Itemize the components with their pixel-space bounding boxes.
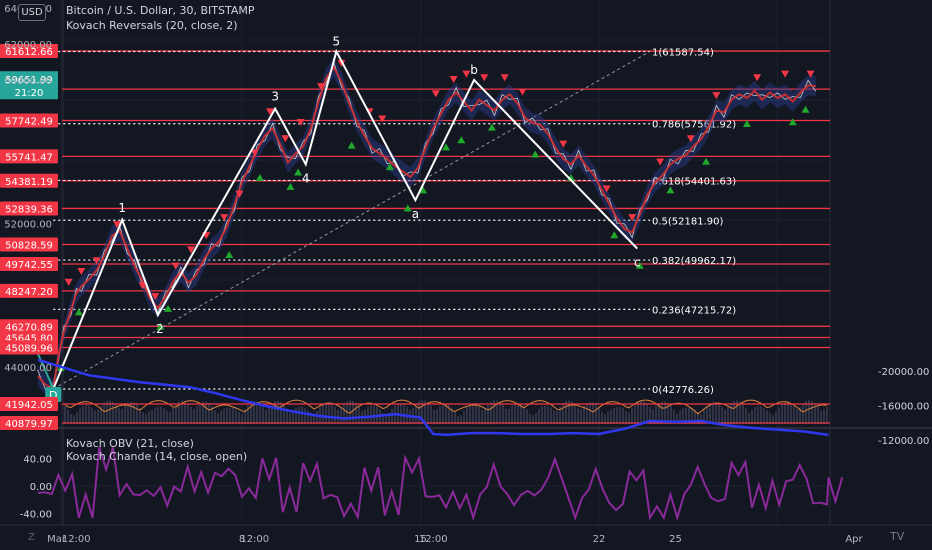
reversal-down-arrow xyxy=(500,74,509,82)
price-tick-label: 44000.00 xyxy=(4,363,52,374)
price-axis-left: 61612.6659488.6157742.4955741.4754381.19… xyxy=(0,4,58,431)
reversal-up-arrow xyxy=(347,141,356,149)
fib-label: 0.236(47215.72) xyxy=(652,305,736,316)
reversal-up-arrow xyxy=(286,182,295,190)
time-tick-label: 12:00 xyxy=(419,534,448,545)
reversal-down-arrow xyxy=(480,74,489,82)
time-tick-label: 22 xyxy=(593,534,606,545)
reversal-down-arrow xyxy=(378,115,387,123)
reversal-up-arrow xyxy=(801,105,810,113)
currency-button[interactable]: USD xyxy=(18,4,46,21)
chande-title: Kovach Chande (14, close, open) xyxy=(66,450,248,463)
time-tick-label: 12:00 xyxy=(240,534,269,545)
wave-label: 3 xyxy=(271,90,279,104)
price-axis-right: -12000.00 -16000.00 -20000.00 xyxy=(878,367,929,447)
obv-title: Kovach OBV (21, close) xyxy=(66,437,194,450)
time-tick-label: 25 xyxy=(669,534,682,545)
time-tick-label: Apr xyxy=(845,534,863,545)
reversal-down-arrow xyxy=(462,70,471,78)
reversal-up-arrow xyxy=(225,251,234,259)
countdown-label: 21:20 xyxy=(15,88,44,99)
reversal-up-arrow xyxy=(457,136,466,144)
wave-label: b xyxy=(470,63,478,77)
reversal-down-arrow xyxy=(781,70,790,78)
fib-label: 0(42776.26) xyxy=(652,385,714,396)
symbol-title: Bitcoin / U.S. Dollar, 30, BITSTAMP xyxy=(66,4,255,17)
chart-canvas[interactable]: 1(61587.54)0.786(57561.92)0.618(54401.63… xyxy=(0,0,932,550)
wave-label: c xyxy=(634,256,641,270)
reversal-down-arrow xyxy=(712,92,721,100)
reversal-up-arrow xyxy=(666,186,675,194)
wave-label: 5 xyxy=(333,34,341,48)
reversal-down-arrow xyxy=(64,278,73,286)
level-price-label: 52839.36 xyxy=(5,204,53,215)
wave-label: 4 xyxy=(302,171,310,185)
reversal-down-arrow xyxy=(753,74,762,82)
reversal-up-arrow xyxy=(74,308,83,316)
reversal-down-arrow xyxy=(431,90,440,98)
level-price-label: 54381.19 xyxy=(5,177,53,188)
obv-tick-label: -20000.00 xyxy=(878,367,929,378)
obv-tick-label: -12000.00 xyxy=(878,436,929,447)
chande-tick-label: 40.00 xyxy=(23,454,52,465)
time-axis: Mar12:00 812:00 1512:00 22 25 Apr xyxy=(0,524,932,545)
time-tick-label: 12:00 xyxy=(62,534,91,545)
wave-label: a xyxy=(412,207,419,221)
fib-label: 0.382(49962.17) xyxy=(652,256,736,267)
level-price-label: 45089.96 xyxy=(5,343,53,354)
indicator-title: Kovach Reversals (20, close, 2) xyxy=(66,19,238,32)
level-price-label: 57742.49 xyxy=(5,116,53,127)
reversal-down-arrow xyxy=(296,119,305,127)
wave-label: 1 xyxy=(118,201,126,215)
fib-label: 1(61587.54) xyxy=(652,48,714,59)
tradingview-logo: TV xyxy=(890,530,905,543)
reversal-up-arrow xyxy=(487,123,496,131)
level-price-label: 49742.55 xyxy=(5,260,53,271)
reversal-up-arrow xyxy=(788,118,797,126)
level-price-label: 41942.05 xyxy=(5,400,53,411)
reversal-up-arrow xyxy=(610,231,619,239)
level-price-label: 48247.20 xyxy=(5,287,53,298)
reversal-up-arrow xyxy=(702,157,711,165)
level-price-label: 40879.97 xyxy=(5,419,53,430)
chande-tick-label: -40.00 xyxy=(20,510,52,521)
price-tick-label: 52000.00 xyxy=(4,220,52,231)
reversal-up-arrow xyxy=(255,173,264,181)
fib-label: 0.5(52181.90) xyxy=(652,216,724,227)
level-price-label: 50828.59 xyxy=(5,241,53,252)
reversal-down-arrow xyxy=(449,75,458,83)
price-tick-label: 60000.00 xyxy=(4,76,52,87)
timezone-icon[interactable]: Z xyxy=(28,532,35,543)
obv-tick-label: -16000.00 xyxy=(878,402,929,413)
reversal-down-arrow xyxy=(518,88,527,96)
chande-tick-label: 0.00 xyxy=(30,482,52,493)
reversal-down-arrow xyxy=(656,158,665,166)
reversal-up-arrow xyxy=(531,150,540,158)
level-price-label: 55741.47 xyxy=(5,152,53,163)
wave-label: 2 xyxy=(156,322,164,336)
price-tick-label: 62000.00 xyxy=(4,40,52,51)
reversal-up-arrow xyxy=(294,168,303,176)
